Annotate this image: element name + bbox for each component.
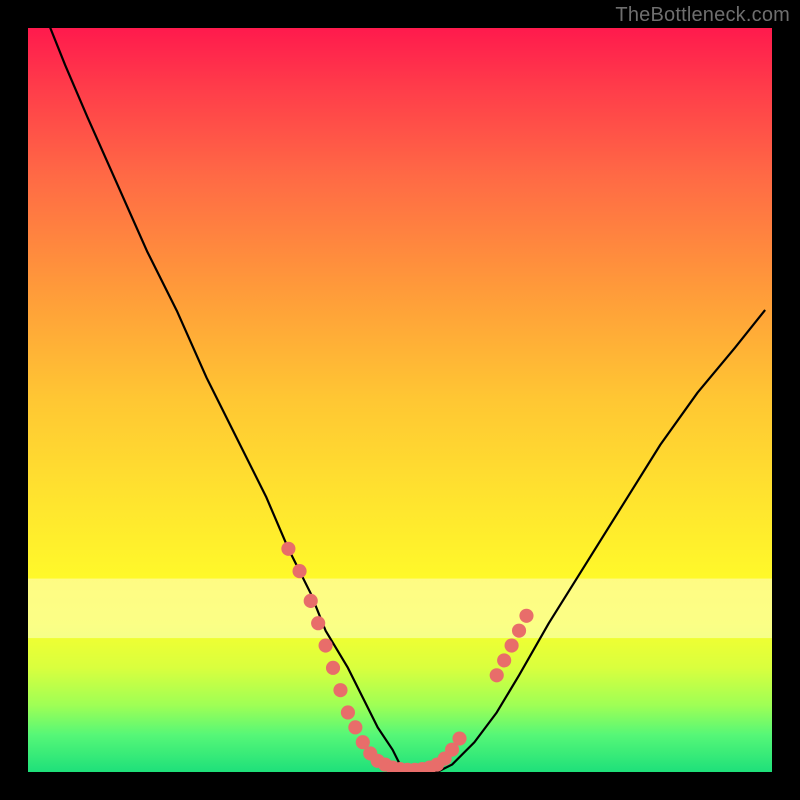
watermark-text: TheBottleneck.com	[615, 4, 790, 27]
chart-svg-layer	[28, 28, 772, 772]
bottleneck-curve	[50, 28, 764, 772]
curve-dots	[281, 542, 533, 772]
chart-outer-frame: TheBottleneck.com	[0, 0, 800, 800]
haze-band	[28, 579, 772, 639]
